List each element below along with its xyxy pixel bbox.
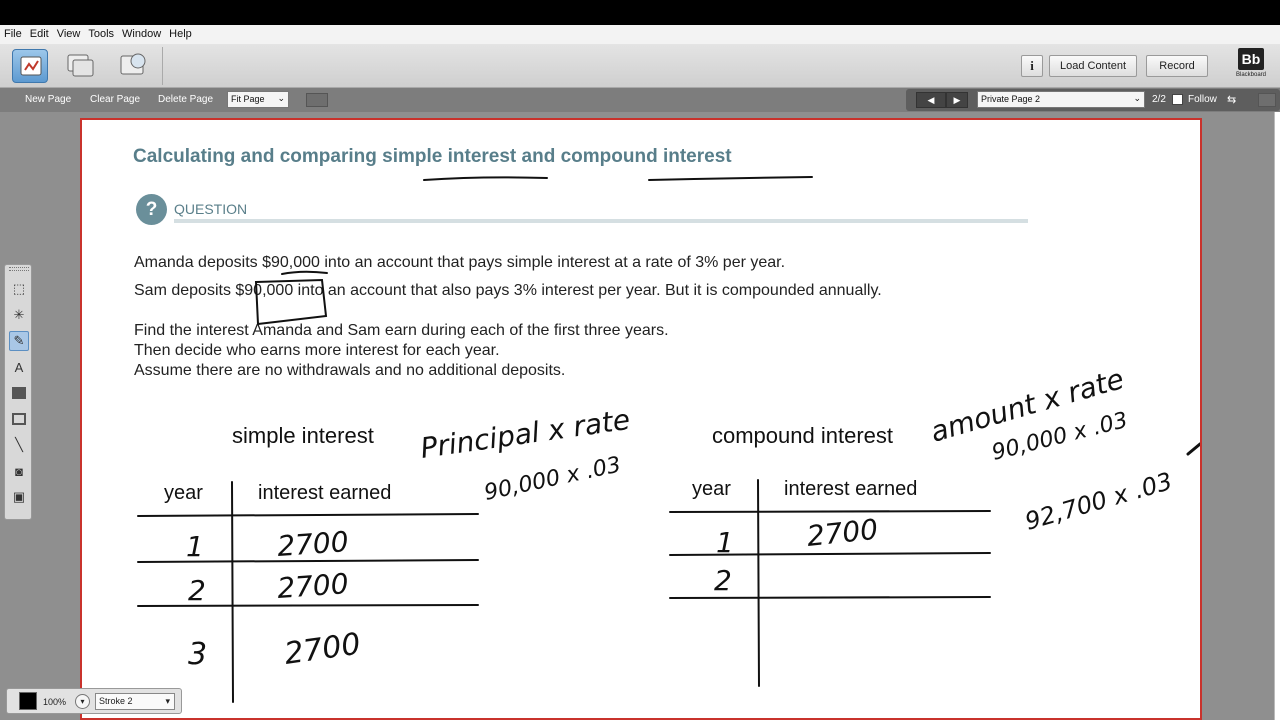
chevron-down-icon: ⌄ xyxy=(1133,93,1141,103)
application-share-icon[interactable] xyxy=(62,49,98,83)
ink-calc-simple: 90,000 x .03 xyxy=(482,453,623,506)
ink-compound-year-1: 1 xyxy=(716,526,734,559)
blackboard-logo: Bb Blackboard xyxy=(1232,48,1270,84)
ink-calc-compound-2: 92,700 x .03 xyxy=(1022,467,1175,536)
info-button[interactable]: i xyxy=(1021,55,1043,77)
stroke-settings-bar: 100% ▾ Stroke 2 ▾ xyxy=(6,688,182,714)
ink-simple-year-1: 1 xyxy=(186,530,204,563)
logo-text: Blackboard xyxy=(1235,72,1267,78)
handwriting-layer: Principal x rate 90,000 x .03 amount x r… xyxy=(137,176,1200,703)
pointer-tool-icon[interactable]: ✳ xyxy=(9,305,29,325)
rectangle-tool-icon[interactable] xyxy=(9,409,29,429)
ink-compound-year-2: 2 xyxy=(714,564,732,597)
simple-table-header-line xyxy=(137,513,479,517)
clear-page-button[interactable]: Clear Page xyxy=(90,94,140,105)
ink-simple-year-2: 2 xyxy=(188,574,206,607)
color-swatch[interactable] xyxy=(19,692,37,710)
record-button[interactable]: Record xyxy=(1146,55,1208,77)
menu-window[interactable]: Window xyxy=(118,25,165,40)
web-tour-icon[interactable] xyxy=(116,49,152,83)
page-options-icon[interactable] xyxy=(306,93,328,107)
menu-view[interactable]: View xyxy=(53,25,85,40)
menu-edit[interactable]: Edit xyxy=(26,25,53,40)
ink-simple-year-3: 3 xyxy=(188,637,207,672)
ink-underline-simple xyxy=(423,176,548,181)
menu-help[interactable]: Help xyxy=(165,25,196,40)
prev-page-icon[interactable]: ◀ xyxy=(916,92,946,108)
new-page-button[interactable]: New Page xyxy=(25,94,71,105)
follow-label: Follow xyxy=(1188,94,1217,105)
stroke-select[interactable]: Stroke 2 ▾ xyxy=(95,693,175,710)
ink-simple-interest-3: 2700 xyxy=(282,627,362,672)
page-count: 2/2 xyxy=(1152,94,1166,105)
stroke-value: Stroke 2 xyxy=(99,696,133,706)
menu-tools[interactable]: Tools xyxy=(84,25,118,40)
toolbar-divider xyxy=(162,47,163,85)
palette-grip[interactable] xyxy=(9,267,29,271)
next-page-icon[interactable]: ▶ xyxy=(946,92,968,108)
menu-bar: File Edit View Tools Window Help xyxy=(0,25,1280,44)
line-tool-icon[interactable]: ╲ xyxy=(9,435,29,455)
ink-underline-compound xyxy=(648,176,813,181)
filled-rectangle-icon[interactable] xyxy=(9,383,29,403)
chevron-down-icon: ⌄ xyxy=(277,93,285,103)
page-menu-icon[interactable] xyxy=(1258,93,1276,107)
compound-table-row-line xyxy=(669,596,991,599)
follow-checkbox[interactable] xyxy=(1172,94,1183,105)
compound-table-header-line xyxy=(669,510,991,513)
logo-mark: Bb xyxy=(1238,48,1264,70)
ink-box-deposit xyxy=(254,278,328,326)
fit-page-value: Fit Page xyxy=(231,94,265,104)
select-tool-icon[interactable]: ⬚ xyxy=(9,279,29,299)
zoom-dropdown-icon[interactable]: ▾ xyxy=(75,694,90,709)
whiteboard-mode-icon[interactable] xyxy=(12,49,48,83)
delete-page-button[interactable]: Delete Page xyxy=(158,94,213,105)
chevron-down-icon: ▾ xyxy=(165,696,170,706)
ink-mark-deposit xyxy=(281,270,328,275)
right-edge-panel xyxy=(1274,112,1280,720)
pen-cursor-icon xyxy=(1186,442,1200,456)
simple-table-divider xyxy=(231,481,234,703)
pencil-tool-icon[interactable]: ✎ xyxy=(9,331,29,351)
ink-compound-interest-1: 2700 xyxy=(805,513,879,553)
fit-page-select[interactable]: Fit Page ⌄ xyxy=(227,91,289,108)
camera-icon[interactable]: ◙ xyxy=(9,461,29,481)
image-tool-icon[interactable]: ▣ xyxy=(9,487,29,507)
info-icon: i xyxy=(1030,58,1034,73)
menu-file[interactable]: File xyxy=(0,25,26,40)
page-toolbar: New Page Clear Page Delete Page Fit Page… xyxy=(0,88,1280,112)
drawing-tools-palette: ⬚ ✳ ✎ A ╲ ◙ ▣ xyxy=(4,264,32,520)
text-tool-icon[interactable]: A xyxy=(9,357,29,377)
page-select-value: Private Page 2 xyxy=(981,94,1041,104)
ink-simple-interest-1: 2700 xyxy=(276,525,349,563)
load-content-button[interactable]: Load Content xyxy=(1049,55,1137,77)
whiteboard-canvas[interactable]: Calculating and comparing simple interes… xyxy=(80,118,1202,720)
zoom-value: 100% xyxy=(43,697,67,707)
compound-table-divider xyxy=(757,479,760,687)
ink-simple-interest-2: 2700 xyxy=(276,567,349,605)
main-toolbar: i Load Content Record Bb Blackboard xyxy=(0,44,1280,88)
page-select[interactable]: Private Page 2 ⌄ xyxy=(977,91,1145,108)
sync-arrows-icon[interactable]: ⇆ xyxy=(1227,93,1236,106)
title-bar xyxy=(0,0,1280,25)
